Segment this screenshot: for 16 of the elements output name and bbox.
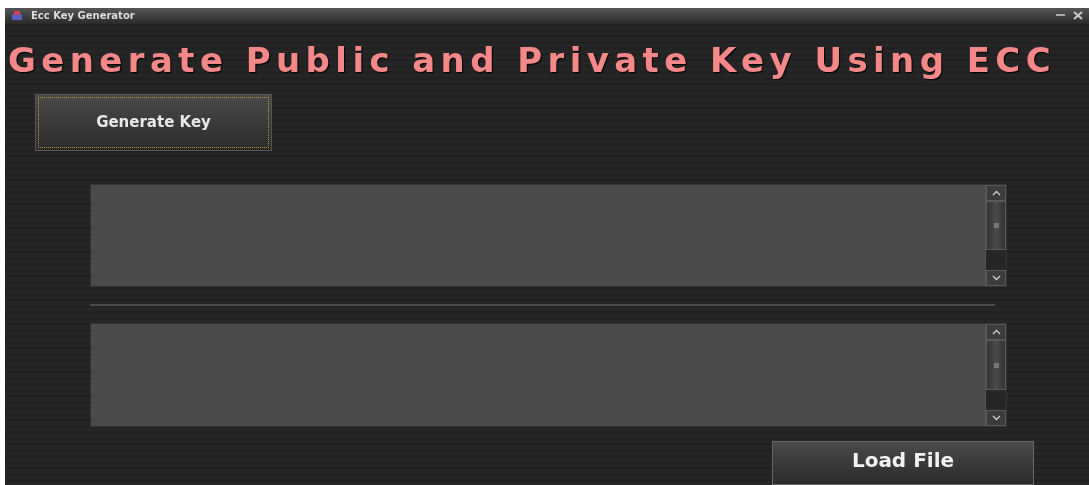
scroll-thumb[interactable]	[986, 340, 1006, 390]
scroll-down-icon[interactable]	[991, 415, 1001, 421]
scroll-track[interactable]	[986, 390, 1006, 410]
scroll-down-icon[interactable]	[991, 275, 1001, 282]
close-icon[interactable]	[1073, 11, 1083, 21]
scrollbar[interactable]	[985, 184, 1006, 287]
scroll-up-icon[interactable]	[991, 189, 1001, 196]
scroll-up-icon[interactable]	[991, 329, 1001, 336]
page-heading: Generate Public and Private Key Using ECC	[7, 39, 1057, 80]
minimize-icon[interactable]	[1056, 14, 1065, 18]
generate-key-button[interactable]: Generate Key	[35, 93, 272, 151]
app-icon	[11, 10, 23, 22]
load-file-button[interactable]: Load File	[772, 441, 1034, 485]
scroll-thumb[interactable]	[986, 200, 1006, 251]
scrollbar[interactable]	[985, 324, 1006, 426]
window-title: Ecc Key Generator	[31, 10, 136, 22]
